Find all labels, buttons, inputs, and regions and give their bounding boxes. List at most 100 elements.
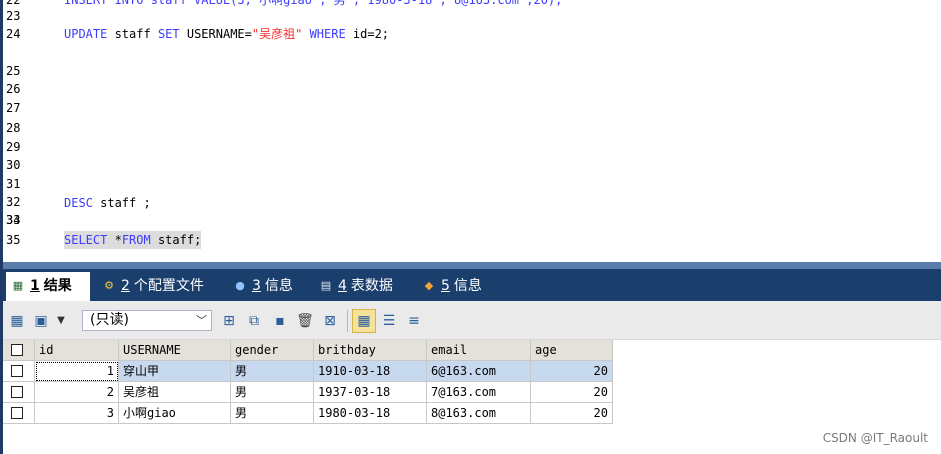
code-text: UPDATE staff SET USERNAME="吴彦祖" WHERE id… <box>64 25 389 43</box>
sql-keyword: SET <box>157 27 180 41</box>
table-cell[interactable]: 男 <box>231 382 314 403</box>
editor-line: 22 INSERT INTO staff VALUE(3,'小啊giao','男… <box>3 0 941 9</box>
row-checkbox-cell[interactable] <box>3 382 35 403</box>
table-cell[interactable]: 1980-03-18 <box>314 403 427 424</box>
row-checkbox-cell[interactable] <box>3 403 35 424</box>
line-number: 25 <box>6 64 21 78</box>
table-cell[interactable]: 6@163.com <box>427 361 531 382</box>
line-number: 24 <box>6 27 21 41</box>
selected-code-text: SELECT *FROM staff; <box>64 231 202 249</box>
editor-results-splitter[interactable] <box>3 262 941 269</box>
profile-icon: ⚙ <box>104 279 114 292</box>
table-cell[interactable]: 2 <box>35 382 119 403</box>
code-text: DESC staff ; <box>64 194 151 212</box>
tab-label: 信息 <box>453 278 482 294</box>
grid-view-icon[interactable]: ▦ <box>355 312 373 330</box>
table-cell[interactable]: 小啊giao <box>119 403 231 424</box>
line-number: 34 <box>6 213 21 227</box>
code-text: INSERT INTO staff VALUE(3,'小啊giao','男','… <box>64 0 563 7</box>
line-number: 31 <box>6 177 21 191</box>
column-header[interactable]: USERNAME <box>119 340 231 361</box>
checkbox-icon[interactable] <box>11 344 23 356</box>
sql-editor[interactable]: 22 INSERT INTO staff VALUE(3,'小啊giao','男… <box>3 0 941 262</box>
table-data-icon: ▤ <box>320 279 332 292</box>
duplicate-row-icon[interactable]: ⧉ <box>245 312 263 330</box>
readonly-select-value: (只读) <box>90 312 129 328</box>
import-icon[interactable]: ▣ <box>32 312 50 330</box>
line-number: 27 <box>6 101 21 115</box>
table-cell[interactable]: 8@163.com <box>427 403 531 424</box>
code-fragment: staff <box>107 27 158 41</box>
tab-label: 结果 <box>43 278 72 294</box>
info-icon: ● <box>235 279 245 292</box>
table-cell[interactable]: 1 <box>35 361 119 382</box>
table-cell[interactable]: 20 <box>531 382 613 403</box>
results-tab-bar: ▦ 1 结果 ⚙ 2 个配置文件 ● 3 信息 ▤ 4 表数据 ◆ 5 信息 <box>3 269 941 301</box>
text-view-icon[interactable]: ≡ <box>405 312 423 330</box>
line-number: 26 <box>6 82 21 96</box>
column-header[interactable]: id <box>35 340 119 361</box>
code-fragment: staff ; <box>92 196 151 210</box>
line-number: 28 <box>6 121 21 135</box>
table-cell[interactable]: 20 <box>531 361 613 382</box>
tab-info[interactable]: ● 3 信息 <box>228 272 306 300</box>
sql-keyword: WHERE <box>309 27 346 41</box>
line-number: 23 <box>6 9 21 23</box>
chevron-down-icon[interactable]: ▼ <box>52 312 70 330</box>
column-header[interactable]: gender <box>231 340 314 361</box>
save-icon[interactable]: ▪ <box>271 312 289 330</box>
add-row-icon[interactable]: ⊞ <box>220 312 238 330</box>
line-number: 32 <box>6 195 21 209</box>
column-header[interactable]: brithday <box>314 340 427 361</box>
tab-label: 信息 <box>264 278 293 294</box>
table-cell[interactable]: 穿山甲 <box>119 361 231 382</box>
checkbox-icon[interactable] <box>11 407 23 419</box>
results-toolbar: ▦ ▣ ▼ (只读) ﹀ ⊞ ⧉ ▪ 🗑 ⊠ ▦ ☰ ≡ <box>3 301 941 340</box>
table-cell[interactable]: 7@163.com <box>427 382 531 403</box>
tab-profiles[interactable]: ⚙ 2 个配置文件 <box>97 272 217 300</box>
tab-number: 3 <box>252 278 261 294</box>
code-fragment: staff; <box>150 233 202 247</box>
select-all-header[interactable] <box>3 340 35 361</box>
code-fragment <box>302 27 309 41</box>
tab-label: 表数据 <box>350 278 393 294</box>
toolbar-separator <box>347 310 348 332</box>
code-fragment: USERNAME= <box>179 27 252 41</box>
grid-result-icon: ▦ <box>12 279 24 292</box>
tab-result[interactable]: ▦ 1 结果 <box>6 272 90 301</box>
delete-icon[interactable]: 🗑 <box>296 312 314 330</box>
watermark-text: CSDN @IT_Raoult <box>822 431 928 445</box>
tab-number: 2 <box>121 278 130 294</box>
table-cell[interactable]: 1937-03-18 <box>314 382 427 403</box>
line-number: 35 <box>6 233 21 247</box>
info-history-icon: ◆ <box>424 279 434 292</box>
table-cell[interactable]: 20 <box>531 403 613 424</box>
tab-table-data[interactable]: ▤ 4 表数据 <box>314 272 410 300</box>
code-fragment: id=2; <box>345 27 390 41</box>
export-icon[interactable]: ▦ <box>8 312 26 330</box>
column-header[interactable]: age <box>531 340 613 361</box>
column-header[interactable]: email <box>427 340 531 361</box>
line-number: 30 <box>6 158 21 172</box>
table-cell[interactable]: 1910-03-18 <box>314 361 427 382</box>
cancel-changes-icon[interactable]: ⊠ <box>321 312 339 330</box>
code-fragment: * <box>107 233 122 247</box>
tab-number: 4 <box>338 278 347 294</box>
sql-keyword: DESC <box>64 196 93 210</box>
sql-keyword: FROM <box>121 233 151 247</box>
form-view-icon[interactable]: ☰ <box>380 312 398 330</box>
checkbox-icon[interactable] <box>11 386 23 398</box>
tab-label: 个配置文件 <box>133 278 204 294</box>
table-cell[interactable]: 男 <box>231 403 314 424</box>
tab-number: 1 <box>30 278 40 294</box>
row-checkbox-cell[interactable] <box>3 361 35 382</box>
tab-info-history[interactable]: ◆ 5 信息 <box>417 272 497 300</box>
checkbox-icon[interactable] <box>11 365 23 377</box>
table-cell[interactable]: 3 <box>35 403 119 424</box>
tab-number: 5 <box>441 278 450 294</box>
table-cell[interactable]: 吴彦祖 <box>119 382 231 403</box>
readonly-select[interactable]: (只读) ﹀ <box>82 310 212 331</box>
table-cell[interactable]: 男 <box>231 361 314 382</box>
line-number: 29 <box>6 140 21 154</box>
sql-keyword: UPDATE <box>64 27 108 41</box>
